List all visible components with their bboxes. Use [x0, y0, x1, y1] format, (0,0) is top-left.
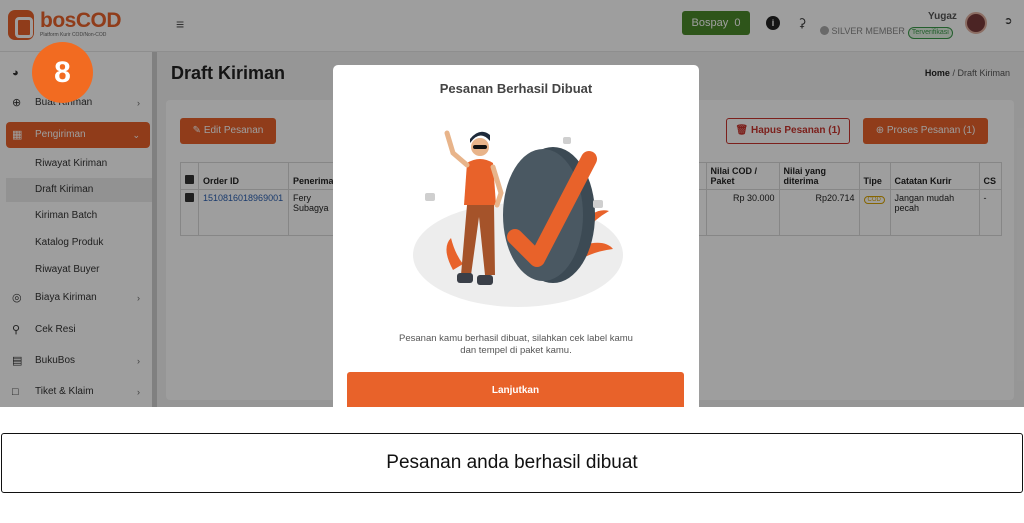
continue-button[interactable]: Lanjutkan — [347, 372, 684, 407]
success-illustration — [413, 130, 623, 307]
modal-title: Pesanan Berhasil Dibuat — [439, 81, 593, 96]
modal-message: Pesanan kamu berhasil dibuat, silahkan c… — [399, 333, 633, 356]
caption-box: Pesanan anda berhasil dibuat — [1, 433, 1023, 493]
step-number-badge: 8 — [32, 42, 93, 103]
app-screenshot: bosCOD Platform Kurir COD/Non-COD ≡ Bosp… — [0, 0, 1024, 407]
success-modal: Pesanan Berhasil Dibuat Pesanan kamu ber… — [333, 65, 699, 407]
